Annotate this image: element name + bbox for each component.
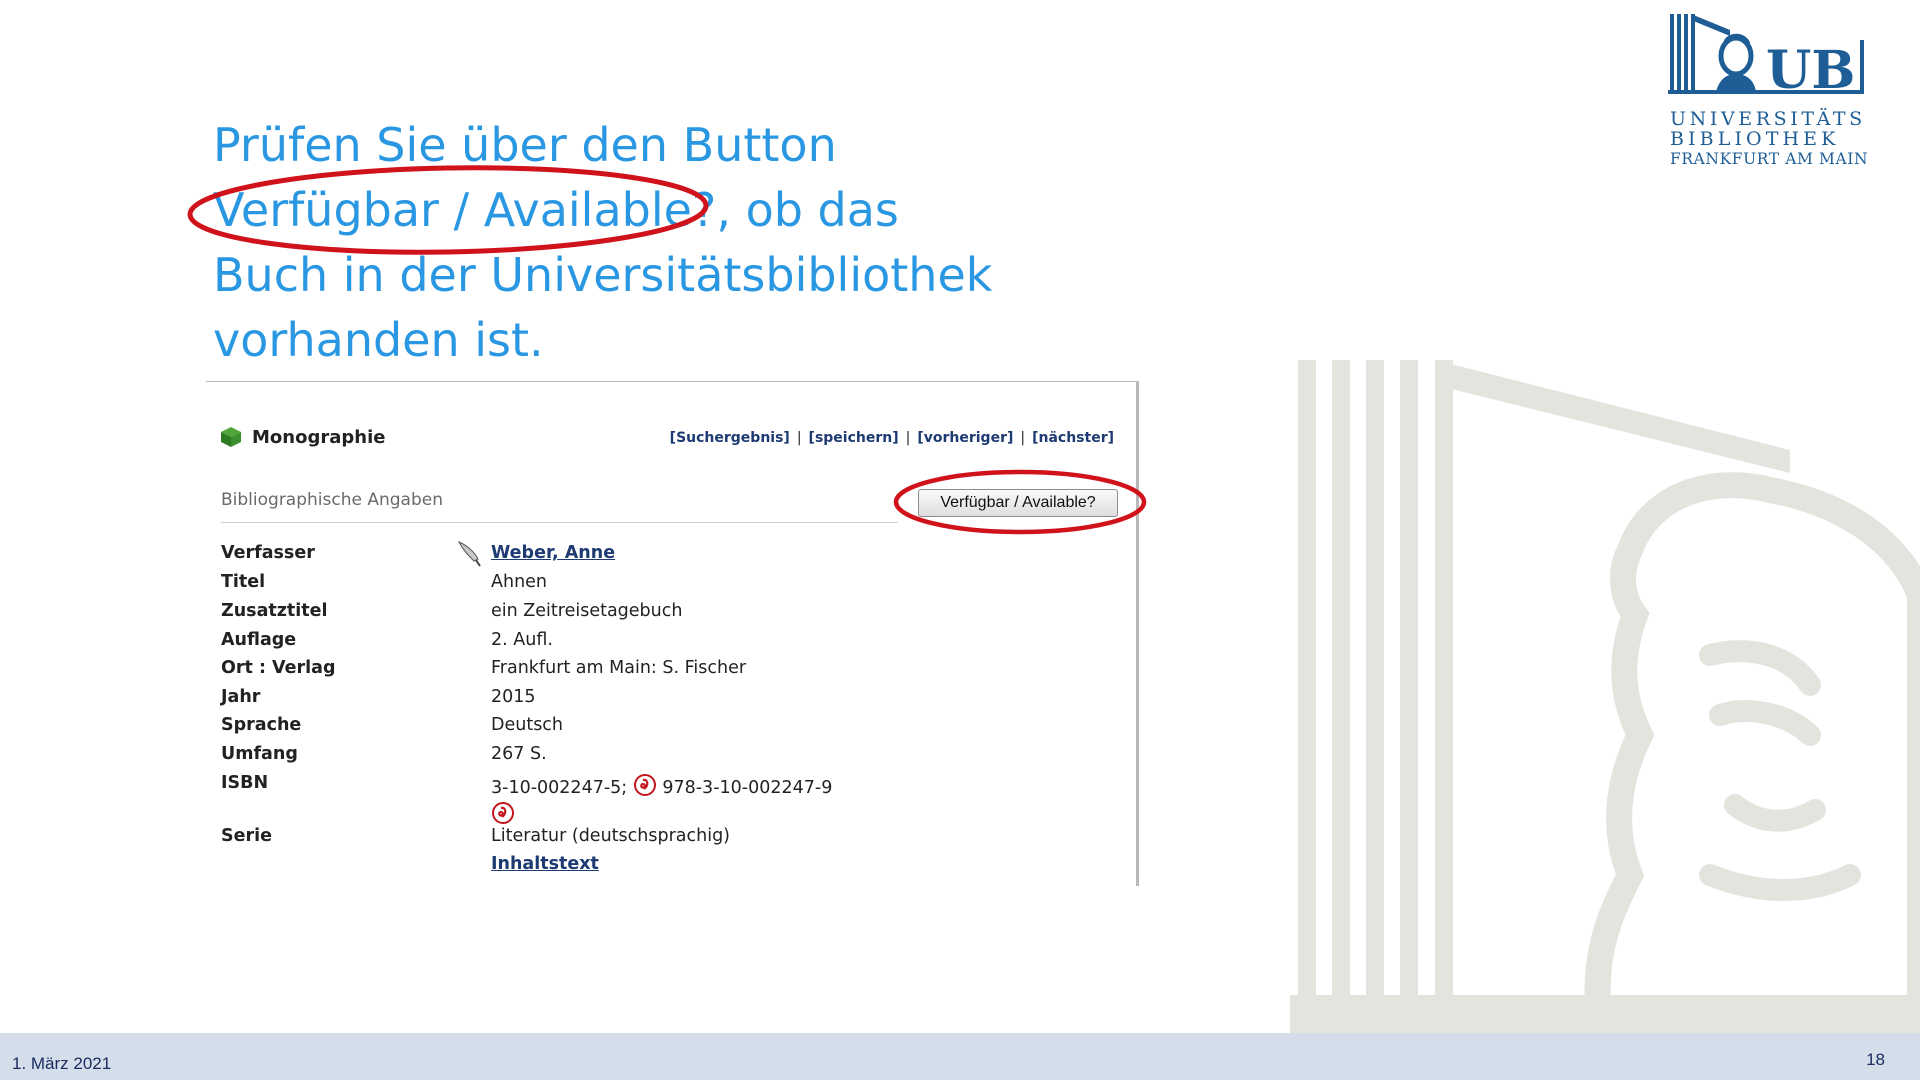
heading-line-4: vorhanden ist. xyxy=(213,313,544,367)
logo-line-frankfurt: FRANKFURT AM MAIN xyxy=(1670,150,1869,168)
page-number: 18 xyxy=(1866,1050,1885,1069)
field-value: 2015 xyxy=(491,687,536,707)
field-value: Frankfurt am Main: S. Fischer xyxy=(491,658,747,678)
field-label: Umfang xyxy=(221,744,298,764)
book-cube-icon xyxy=(221,427,241,447)
section-divider xyxy=(221,522,898,523)
field-label: Ort : Verlag xyxy=(221,658,336,678)
field-label: Sprache xyxy=(221,715,302,735)
availability-button[interactable]: Verfügbar / Available? xyxy=(918,489,1118,517)
field-value: 267 S. xyxy=(491,744,547,764)
logo-line-bibliothek: BIBLIOTHEK xyxy=(1670,128,1840,150)
logo-line-universitaets: UNIVERSITÄTS xyxy=(1670,108,1866,130)
catalog-record-panel: Monographie [Suchergebnis] | [speichern] |[… xyxy=(206,381,1139,886)
nav-search-result-link[interactable]: [Suchergebnis] xyxy=(670,430,790,446)
field-label: ISBN xyxy=(221,773,269,793)
nav-next-link[interactable]: [nächster] xyxy=(1032,430,1114,446)
field-label: Titel xyxy=(221,572,266,592)
heading-line-1: Prüfen Sie über den Button xyxy=(213,118,837,172)
heading-line-2: Verfügbar / Available?, ob das xyxy=(213,183,899,237)
field-value: Deutsch xyxy=(491,715,564,735)
logo-initials: UB xyxy=(1766,40,1855,101)
footer-date: 1. März 2021 xyxy=(12,1054,112,1073)
field-label: Zusatztitel xyxy=(221,601,328,621)
record-type: Monographie xyxy=(220,426,385,448)
university-library-logo: UB UNIVERSITÄTS BIBLIOTHEK FRANKFURT AM … xyxy=(1668,12,1868,172)
field-value: Literatur (deutschsprachig) xyxy=(491,826,731,846)
nav-save-link[interactable]: [speichern] xyxy=(809,430,899,446)
slide-heading: Prüfen Sie über den Button Verfügbar / A… xyxy=(213,113,1033,373)
field-label: Verfasser xyxy=(221,543,315,563)
goethe-watermark-graphic xyxy=(1290,360,1920,1035)
field-value: 2. Aufl. xyxy=(491,630,553,650)
isbn-lookup-icon[interactable] xyxy=(633,773,657,797)
section-title: Bibliographische Angaben xyxy=(221,490,443,510)
heading-line-3: Buch in der Universitätsbibliothek xyxy=(213,248,993,302)
isbn-13-value: 978-3-10-002247-9 xyxy=(662,778,833,798)
record-navigation: [Suchergebnis] | [speichern] | [vorheriger] |… xyxy=(669,430,1114,446)
field-label: Auflage xyxy=(221,630,297,650)
nav-previous-link[interactable]: [vorheriger] xyxy=(917,430,1013,446)
record-type-label: Monographie xyxy=(252,426,386,448)
slide-footer: 1. März 2021 18 xyxy=(0,1033,1920,1080)
field-value: ein Zeitreisetagebuch xyxy=(491,601,683,621)
library-emblem-icon: UB xyxy=(1668,14,1864,101)
field-label: Serie xyxy=(221,826,272,846)
isbn-10-value: 3-10-002247-5; xyxy=(491,778,628,798)
field-label: Jahr xyxy=(221,687,261,707)
author-link[interactable]: Weber, Anne xyxy=(491,543,615,563)
quill-pen-icon xyxy=(457,541,481,567)
isbn-lookup-icon[interactable] xyxy=(491,801,515,825)
content-text-link[interactable]: Inhaltstext xyxy=(491,854,599,874)
field-value: Ahnen xyxy=(491,572,548,592)
